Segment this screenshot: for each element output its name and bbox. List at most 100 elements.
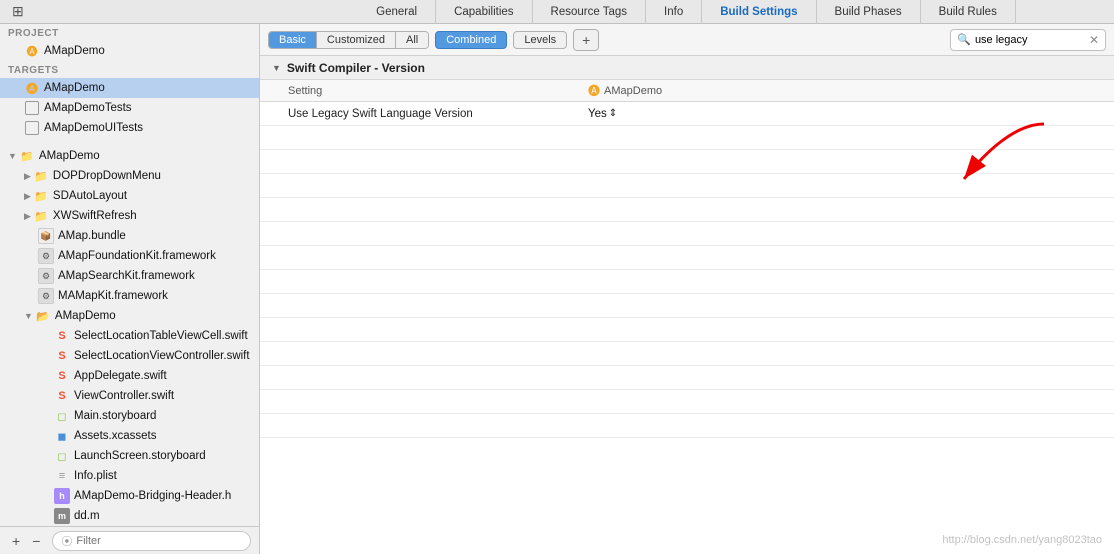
setting-row-use-legacy[interactable]: Use Legacy Swift Language Version Yes ⇕: [260, 102, 1114, 126]
all-button[interactable]: All: [396, 32, 428, 48]
tab-build-settings[interactable]: Build Settings: [702, 0, 816, 24]
sidebar-assets-label: Assets.xcassets: [74, 430, 156, 442]
empty-row-7: [260, 270, 1114, 294]
sidebar-item-assets[interactable]: ◼ Assets.xcassets: [0, 426, 259, 446]
storyboard-launch-icon: ◻: [54, 448, 70, 464]
app-window: ⊞ Basic General Capabilities Resource Ta…: [0, 0, 1114, 554]
sidebar-item-project[interactable]: 🅐 AMapDemo: [0, 41, 259, 61]
sidebar-item-dopdropdown[interactable]: ▶ 📁 DOPDropDownMenu: [0, 166, 259, 186]
sidebar-item-mainstoryboard[interactable]: ◻ Main.storyboard: [0, 406, 259, 426]
folder-blue-icon: 📂: [35, 308, 51, 324]
sidebar-mamap-label: MAMapKit.framework: [58, 290, 168, 302]
sidebar-item-appdelegate[interactable]: S AppDelegate.swift: [0, 366, 259, 386]
empty-row-2: [260, 150, 1114, 174]
sidebar-item-asearchkit[interactable]: ⚙ AMapSearchKit.framework: [0, 266, 259, 286]
sidebar-item-amapDemo-root[interactable]: ▼ 📁 AMapDemo: [0, 146, 259, 166]
targets-label: TARGETS: [0, 61, 259, 78]
empty-row-4: [260, 198, 1114, 222]
sidebar-item-target-uitests[interactable]: AMapDemoUITests: [0, 118, 259, 138]
asset-icon: ◼: [54, 428, 70, 444]
basic-button[interactable]: Basic: [269, 32, 317, 48]
test-icon: [25, 101, 39, 115]
sidebar-target-amapDemo-label: AMapDemo: [44, 82, 105, 94]
section-swift-compiler[interactable]: ▼ Swift Compiler - Version: [260, 56, 1114, 80]
chevron-down-icon: ▼: [8, 151, 17, 161]
empty-row-12: [260, 390, 1114, 414]
framework-af-icon: ⚙: [38, 248, 54, 264]
search-clear-button[interactable]: ✕: [1089, 33, 1099, 47]
sidebar-amapdemogroup-label: AMapDemo: [55, 310, 116, 322]
stepper-icon: ⇕: [609, 108, 617, 119]
target-amapDemo-icon: 🅐: [24, 80, 40, 96]
tab-bar-tabs: Basic General Capabilities Resource Tags…: [268, 0, 1106, 24]
sidebar-item-target-tests[interactable]: AMapDemoTests: [0, 98, 259, 118]
folder-sdauto-icon: 📁: [33, 188, 49, 204]
tab-build-phases[interactable]: Build Phases: [817, 0, 921, 24]
chevron-right-icon: ▶: [24, 171, 31, 182]
column-header-row: Setting 🅐 AMapDemo: [260, 80, 1114, 102]
empty-row-6: [260, 246, 1114, 270]
filter-input[interactable]: [76, 535, 242, 547]
empty-row-13: [260, 414, 1114, 438]
sidebar-xw-label: XWSwiftRefresh: [53, 210, 137, 222]
sidebar-item-sdautolayout[interactable]: ▶ 📁 SDAutoLayout: [0, 186, 259, 206]
sidebar-item-ddm[interactable]: m dd.m: [0, 506, 259, 526]
customized-button[interactable]: Customized: [317, 32, 396, 48]
swift-selectvc-icon: S: [54, 348, 70, 364]
sidebar-item-afoundation[interactable]: ⚙ AMapFoundationKit.framework: [0, 246, 259, 266]
target-col-icon: 🅐: [588, 82, 600, 99]
section-chevron-icon: ▼: [272, 63, 281, 73]
col-target-header: 🅐 AMapDemo: [580, 82, 1114, 99]
add-setting-button[interactable]: +: [573, 29, 599, 51]
search-input[interactable]: [975, 34, 1085, 46]
sidebar-target-uitests-label: AMapDemoUITests: [44, 122, 143, 134]
tab-capabilities[interactable]: Capabilities: [436, 0, 532, 24]
sidebar-content: PROJECT 🅐 AMapDemo TARGETS 🅐 AMapDemo: [0, 24, 259, 526]
layout-icon[interactable]: ⊞: [12, 3, 24, 20]
framework-asearch-icon: ⚙: [38, 268, 54, 284]
h-header-icon: h: [54, 488, 70, 504]
levels-button[interactable]: Levels: [513, 31, 567, 49]
sidebar-item-infoplist[interactable]: ≡ Info.plist: [0, 466, 259, 486]
bundle-icon: 📦: [38, 228, 54, 244]
sidebar-asearchkit-label: AMapSearchKit.framework: [58, 270, 195, 282]
target-uitests-icon: [24, 120, 40, 136]
sidebar-item-target-amapDemo[interactable]: 🅐 AMapDemo: [0, 78, 259, 98]
sidebar-sdauto-label: SDAutoLayout: [53, 190, 127, 202]
empty-row-3: [260, 174, 1114, 198]
folder-amapDemo-icon: 📁: [19, 148, 35, 164]
sidebar-item-amapDemoGroup[interactable]: ▼ 📂 AMapDemo: [0, 306, 259, 326]
add-item-button[interactable]: +: [8, 533, 24, 549]
sidebar-vc-label: ViewController.swift: [74, 390, 174, 402]
sidebar-item-launchscreen[interactable]: ◻ LaunchScreen.storyboard: [0, 446, 259, 466]
remove-item-button[interactable]: −: [28, 533, 44, 549]
sidebar-selectvc-label: SelectLocationViewController.swift: [74, 350, 250, 362]
sidebar-item-viewcontroller[interactable]: S ViewController.swift: [0, 386, 259, 406]
tab-bar: ⊞ Basic General Capabilities Resource Ta…: [0, 0, 1114, 24]
section-title: Swift Compiler - Version: [287, 61, 425, 75]
tab-general[interactable]: General: [358, 0, 436, 24]
sidebar-project-label: AMapDemo: [44, 45, 105, 57]
content-topbar: Basic Customized All Combined Levels + 🔍…: [260, 24, 1114, 56]
tab-build-rules[interactable]: Build Rules: [921, 0, 1016, 24]
sidebar-amapDemo-root-label: AMapDemo: [39, 150, 100, 162]
sidebar-item-selecttable[interactable]: S SelectLocationTableViewCell.swift: [0, 326, 259, 346]
folder-dopdd-icon: 📁: [33, 168, 49, 184]
sidebar-item-bridgingheader[interactable]: h AMapDemo-Bridging-Header.h: [0, 486, 259, 506]
filter-btn-group: Basic Customized All: [268, 31, 429, 49]
sidebar-item-selectvc[interactable]: S SelectLocationViewController.swift: [0, 346, 259, 366]
empty-row-8: [260, 294, 1114, 318]
tab-resource-tags[interactable]: Resource Tags: [533, 0, 647, 24]
chevron-amapdemogroup-icon: ▼: [24, 311, 33, 321]
search-box: 🔍 ✕: [950, 29, 1106, 51]
sidebar-appdelegate-label: AppDelegate.swift: [74, 370, 167, 382]
sidebar-item-amapbundle[interactable]: 📦 AMap.bundle: [0, 226, 259, 246]
sidebar-item-mamap[interactable]: ⚙ MAMapKit.framework: [0, 286, 259, 306]
col-setting-header: Setting: [260, 85, 580, 97]
sidebar-item-xwswift[interactable]: ▶ 📁 XWSwiftRefresh: [0, 206, 259, 226]
combined-button[interactable]: Combined: [435, 31, 507, 49]
tab-info[interactable]: Info: [646, 0, 702, 24]
sidebar-bundle-label: AMap.bundle: [58, 230, 126, 242]
framework-mamap-icon: ⚙: [38, 288, 54, 304]
sidebar-footer: + − ⦿: [0, 526, 259, 554]
